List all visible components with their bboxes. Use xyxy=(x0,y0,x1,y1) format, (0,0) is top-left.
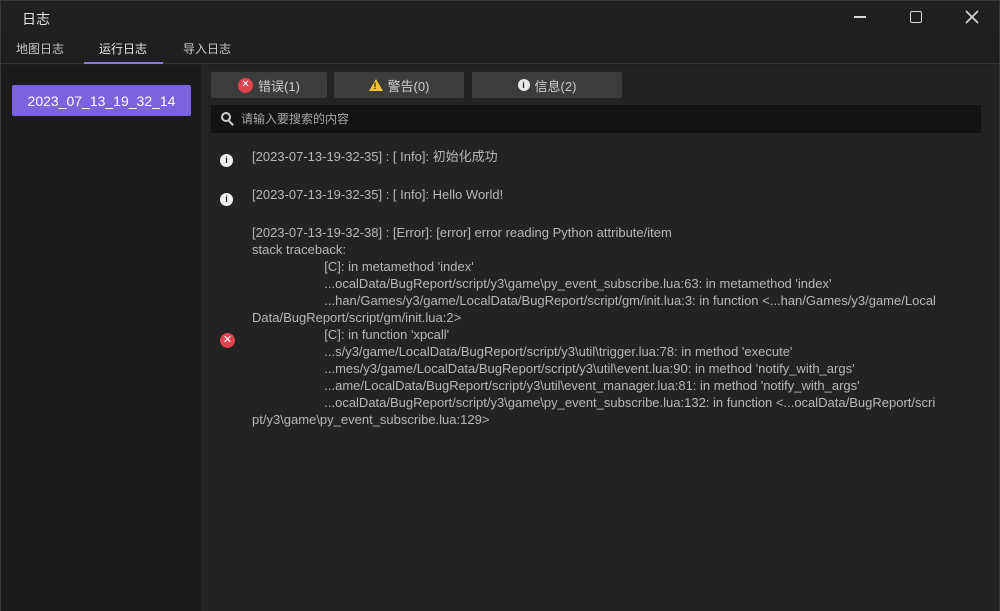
log-text: [2023-07-13-19-32-38] : [Error]: [error]… xyxy=(252,225,936,427)
error-icon: ✕ xyxy=(238,77,254,93)
info-icon: i xyxy=(517,79,530,91)
maximize-button[interactable] xyxy=(893,1,939,33)
info-filter-button[interactable]: i 信息(2) xyxy=(472,72,622,98)
search-bar xyxy=(211,105,981,133)
minimize-button[interactable] xyxy=(837,1,883,33)
log-text: [2023-07-13-19-32-35] : [ Info]: Hello W… xyxy=(252,187,504,202)
tab-import-log[interactable]: 导入日志 xyxy=(183,40,231,57)
tab-run-log[interactable]: 运行日志 xyxy=(99,40,147,57)
info-icon: i xyxy=(220,193,233,206)
warning-icon: ! xyxy=(368,79,383,91)
error-icon: ✕ xyxy=(220,333,235,348)
info-filter-label: 信息(2) xyxy=(534,78,577,94)
log-file-list: 2023_07_13_19_32_14 xyxy=(1,65,201,611)
search-input[interactable] xyxy=(241,112,941,126)
tab-map-log[interactable]: 地图日志 xyxy=(16,40,64,57)
error-filter-label: 错误(1) xyxy=(258,78,300,94)
log-window: 日志 地图日志 运行日志 导入日志 2023_07_13_19_32_14 ✕ … xyxy=(0,0,1000,611)
error-filter-button[interactable]: ✕ 错误(1) xyxy=(211,72,327,98)
log-text: [2023-07-13-19-32-35] : [ Info]: 初始化成功 xyxy=(252,149,498,164)
active-tab-indicator xyxy=(84,62,163,64)
close-icon xyxy=(965,10,979,24)
log-file-item[interactable]: 2023_07_13_19_32_14 xyxy=(12,85,191,116)
info-icon: i xyxy=(220,154,233,167)
search-icon xyxy=(221,112,235,126)
warning-filter-button[interactable]: ! 警告(0) xyxy=(334,72,464,98)
window-title: 日志 xyxy=(22,11,50,27)
warning-filter-label: 警告(0) xyxy=(387,78,430,94)
title-bar: 日志 xyxy=(1,1,999,33)
log-panel: ✕ 错误(1) ! 警告(0) i 信息(2) i [2023-07-13-19… xyxy=(201,65,999,611)
minimize-icon xyxy=(854,16,866,18)
tab-bar: 地图日志 运行日志 导入日志 xyxy=(1,33,999,64)
maximize-icon xyxy=(910,11,922,23)
close-button[interactable] xyxy=(949,1,995,33)
